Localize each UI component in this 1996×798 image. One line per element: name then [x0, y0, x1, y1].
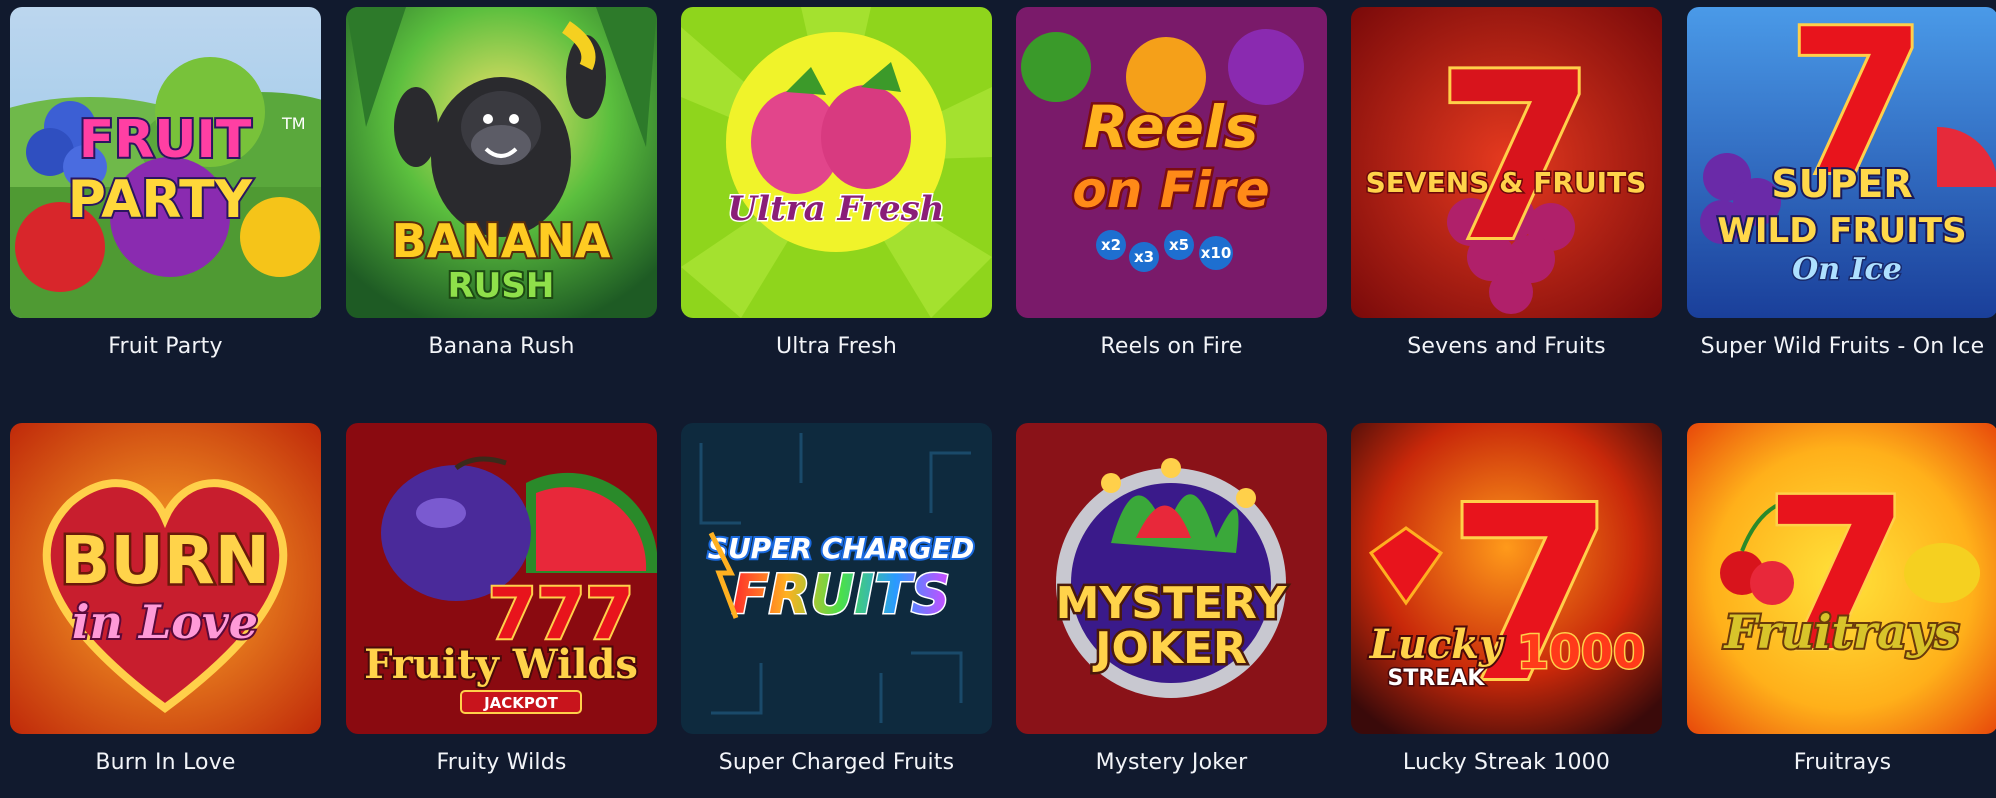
super-wild-fruits-logo-line2: WILD FRUITS	[1717, 211, 1966, 251]
seven-symbol: 7	[1764, 453, 1910, 698]
game-card-banana-rush[interactable]: BANANA RUSH Banana Rush	[346, 7, 657, 359]
game-title[interactable]: Lucky Streak 1000	[1351, 750, 1662, 775]
trademark-mark: TM	[281, 114, 306, 133]
game-title[interactable]: Burn In Love	[10, 750, 321, 775]
game-title[interactable]: Fruitrays	[1687, 750, 1996, 775]
super-wild-fruits-logo-line1: SUPER	[1771, 162, 1912, 206]
lucky-streak-logo-line2: STREAK	[1388, 666, 1486, 691]
game-title[interactable]: Ultra Fresh	[681, 334, 992, 359]
game-thumbnail[interactable]: 7 SEVENS & FRUITS	[1351, 7, 1662, 318]
game-thumbnail[interactable]: Ultra Fresh	[681, 7, 992, 318]
game-card-reels-on-fire[interactable]: Reels on Fire x2 x3 x5 x10 Reels on Fire	[1016, 7, 1327, 359]
game-thumbnail[interactable]: 777 Fruity Wilds JACKPOT	[346, 423, 657, 734]
fruit-party-artwork: FRUIT PARTY TM	[10, 7, 321, 318]
banana-rush-artwork: BANANA RUSH	[346, 7, 657, 318]
fruit-party-logo-line1: FRUIT	[79, 110, 252, 170]
fruity-wilds-artwork: 777 Fruity Wilds JACKPOT	[346, 423, 657, 734]
game-thumbnail[interactable]: 7 SUPER WILD FRUITS On Ice	[1687, 7, 1996, 318]
reels-on-fire-logo-line2: on Fire	[1072, 161, 1269, 219]
game-card-fruit-party[interactable]: FRUIT PARTY TM Fruit Party	[10, 7, 321, 359]
multiplier-x3: x3	[1134, 248, 1154, 266]
mystery-joker-logo-line2: JOKER	[1092, 623, 1247, 674]
game-card-lucky-streak-1000[interactable]: 7 Lucky STREAK 1000 Lucky Streak 1000	[1351, 423, 1662, 775]
game-card-fruitrays[interactable]: 7 Fruitrays Fruitrays	[1687, 423, 1996, 775]
game-thumbnail[interactable]: SUPER CHARGED FRUITS	[681, 423, 992, 734]
ultra-fresh-logo: Ultra Fresh	[728, 189, 945, 229]
lucky-streak-logo-line3: 1000	[1517, 625, 1645, 679]
mystery-joker-logo-line1: MYSTERY	[1056, 578, 1288, 629]
game-title[interactable]: Banana Rush	[346, 334, 657, 359]
super-charged-fruits-logo-line1: SUPER CHARGED	[708, 532, 974, 565]
game-card-fruity-wilds[interactable]: 777 Fruity Wilds JACKPOT Fruity Wilds	[346, 423, 657, 775]
jackpot-label: JACKPOT	[483, 694, 559, 712]
game-grid: FRUIT PARTY TM Fruit Party BANANA RUSH B…	[0, 0, 1996, 798]
reels-on-fire-logo-line1: Reels	[1084, 93, 1259, 161]
fruit-party-logo-line2: PARTY	[68, 170, 254, 230]
burn-in-love-logo-line2: in Love	[72, 595, 258, 649]
lucky-streak-logo-line1: Lucky	[1369, 621, 1505, 668]
multiplier-x5: x5	[1169, 236, 1189, 254]
game-thumbnail[interactable]: FRUIT PARTY TM	[10, 7, 321, 318]
game-card-super-wild-fruits-on-ice[interactable]: 7 SUPER WILD FRUITS On Ice Super Wild Fr…	[1687, 7, 1996, 359]
game-card-burn-in-love[interactable]: BURN in Love Burn In Love	[10, 423, 321, 775]
reels-on-fire-artwork: Reels on Fire x2 x3 x5 x10	[1016, 7, 1327, 318]
banana-rush-logo-line1: BANANA	[392, 214, 611, 268]
game-title[interactable]: Super Wild Fruits - On Ice	[1687, 334, 1996, 359]
sevens-and-fruits-logo: SEVENS & FRUITS	[1366, 166, 1647, 199]
game-thumbnail[interactable]: MYSTERY JOKER	[1016, 423, 1327, 734]
lucky-streak-artwork: 7 Lucky STREAK 1000	[1351, 423, 1662, 734]
game-thumbnail[interactable]: Reels on Fire x2 x3 x5 x10	[1016, 7, 1327, 318]
game-title[interactable]: Sevens and Fruits	[1351, 334, 1662, 359]
ultra-fresh-artwork: Ultra Fresh	[681, 7, 992, 318]
game-title[interactable]: Reels on Fire	[1016, 334, 1327, 359]
game-card-ultra-fresh[interactable]: Ultra Fresh Ultra Fresh	[681, 7, 992, 359]
super-wild-fruits-artwork: 7 SUPER WILD FRUITS On Ice	[1687, 7, 1996, 318]
super-wild-fruits-logo-line3: On Ice	[1792, 252, 1902, 287]
game-card-mystery-joker[interactable]: MYSTERY JOKER Mystery Joker	[1016, 423, 1327, 775]
game-card-super-charged-fruits[interactable]: SUPER CHARGED FRUITS Super Charged Fruit…	[681, 423, 992, 775]
game-title[interactable]: Super Charged Fruits	[681, 750, 992, 775]
multiplier-x10: x10	[1201, 244, 1232, 262]
fruitrays-logo: Fruitrays	[1723, 605, 1960, 659]
fruitrays-artwork: 7 Fruitrays	[1687, 423, 1996, 734]
burn-in-love-artwork: BURN in Love	[10, 423, 321, 734]
game-thumbnail[interactable]: 7 Fruitrays	[1687, 423, 1996, 734]
fruity-wilds-logo: Fruity Wilds	[364, 641, 638, 688]
game-title[interactable]: Fruity Wilds	[346, 750, 657, 775]
game-thumbnail[interactable]: BURN in Love	[10, 423, 321, 734]
mystery-joker-artwork: MYSTERY JOKER	[1016, 423, 1327, 734]
game-thumbnail[interactable]: BANANA RUSH	[346, 7, 657, 318]
multiplier-x2: x2	[1101, 236, 1121, 254]
super-charged-fruits-artwork: SUPER CHARGED FRUITS	[681, 423, 992, 734]
banana-rush-logo-line2: RUSH	[448, 266, 555, 306]
game-thumbnail[interactable]: 7 Lucky STREAK 1000	[1351, 423, 1662, 734]
sevens-and-fruits-artwork: 7 SEVENS & FRUITS	[1351, 7, 1662, 318]
game-title[interactable]: Fruit Party	[10, 334, 321, 359]
seven-symbol: 7	[1448, 455, 1615, 734]
game-card-sevens-and-fruits[interactable]: 7 SEVENS & FRUITS Sevens and Fruits	[1351, 7, 1662, 359]
game-title[interactable]: Mystery Joker	[1016, 750, 1327, 775]
seven-symbol: 7	[1436, 25, 1596, 292]
burn-in-love-logo-line1: BURN	[60, 522, 270, 599]
super-charged-fruits-logo-line2: FRUITS	[732, 563, 950, 626]
